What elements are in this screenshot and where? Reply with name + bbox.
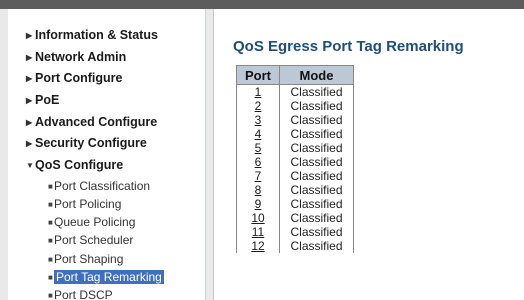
table-row: 2 Classified <box>236 99 354 113</box>
submenu-item-queue-policing[interactable]: ■Queue Policing <box>48 215 135 229</box>
mode-cell: Classified <box>279 183 354 197</box>
table-row: 6 Classified <box>236 155 354 169</box>
column-header-port: Port <box>236 65 280 85</box>
triangle-right-icon: ▶ <box>26 96 33 105</box>
mode-cell: Classified <box>279 239 354 253</box>
table-row: 8 Classified <box>236 183 354 197</box>
menu-item-label: Port Configure <box>35 71 123 85</box>
triangle-right-icon: ▶ <box>26 31 33 40</box>
table-row: 11 Classified <box>236 225 354 239</box>
submenu-item-label: Port DSCP <box>54 288 113 300</box>
menu-item-label: Security Configure <box>35 136 147 150</box>
mode-cell: Classified <box>279 211 354 225</box>
mode-cell: Classified <box>279 225 354 239</box>
submenu-item-port-shaping[interactable]: ■Port Shaping <box>48 252 123 266</box>
port-link[interactable]: 4 <box>255 127 262 141</box>
table-row: 7 Classified <box>236 169 354 183</box>
menu-item-label: Network Admin <box>35 50 127 64</box>
table-row: 9 Classified <box>236 197 354 211</box>
port-link[interactable]: 12 <box>251 239 264 253</box>
port-link[interactable]: 9 <box>255 197 262 211</box>
mode-cell: Classified <box>279 197 354 211</box>
triangle-down-icon: ▼ <box>26 161 34 170</box>
table-row: 12 Classified <box>236 239 354 253</box>
triangle-right-icon: ▶ <box>26 118 33 127</box>
page-title: QoS Egress Port Tag Remarking <box>233 38 464 55</box>
port-link[interactable]: 3 <box>255 113 262 127</box>
port-link[interactable]: 8 <box>255 183 262 197</box>
mode-cell: Classified <box>279 99 354 113</box>
port-link[interactable]: 5 <box>255 141 262 155</box>
mode-cell: Classified <box>279 155 354 169</box>
menu-item-advanced-configure[interactable]: ▶ Advanced Configure <box>26 115 157 129</box>
sidebar-panel: ▶ Information & Status ▶ Network Admin ▶ Po… <box>8 9 206 300</box>
port-link[interactable]: 2 <box>255 99 262 113</box>
column-header-mode: Mode <box>279 65 354 85</box>
submenu-item-port-scheduler[interactable]: ■Port Scheduler <box>48 233 133 247</box>
submenu-item-label: Queue Policing <box>54 215 136 229</box>
table-row: 5 Classified <box>236 141 354 155</box>
menu-item-network-admin[interactable]: ▶ Network Admin <box>26 50 126 64</box>
triangle-right-icon: ▶ <box>26 53 33 62</box>
submenu-item-label: Port Shaping <box>54 252 124 266</box>
menu-item-port-configure[interactable]: ▶ Port Configure <box>26 71 123 85</box>
table-row: 10 Classified <box>236 211 354 225</box>
menu-item-label: Information & Status <box>35 28 158 42</box>
menu-item-label: QoS Configure <box>35 158 124 172</box>
menu-item-qos-configure[interactable]: ▼QoS Configure <box>26 158 123 172</box>
submenu-item-port-classification[interactable]: ■Port Classification <box>48 179 150 193</box>
table-header-row: Port Mode <box>236 65 354 85</box>
port-link[interactable]: 10 <box>251 211 264 225</box>
submenu-item-label: Port Scheduler <box>54 233 134 247</box>
menu-item-label: Advanced Configure <box>35 115 158 129</box>
menu-item-information-status[interactable]: ▶ Information & Status <box>26 28 158 42</box>
submenu-item-label: Port Classification <box>54 179 151 193</box>
table-row: 1 Classified <box>236 84 354 99</box>
mode-cell: Classified <box>279 127 354 141</box>
submenu-item-port-policing[interactable]: ■Port Policing <box>48 197 121 211</box>
top-bar <box>0 0 524 9</box>
submenu-item-port-dscp[interactable]: ■Port DSCP <box>48 288 113 300</box>
mode-cell: Classified <box>279 169 354 183</box>
mode-cell: Classified <box>279 113 354 127</box>
menu-item-security-configure[interactable]: ▶ Security Configure <box>26 136 147 150</box>
port-link[interactable]: 1 <box>255 85 262 99</box>
port-link[interactable]: 11 <box>252 225 264 239</box>
menu-item-poe[interactable]: ▶ PoE <box>26 93 59 107</box>
mode-cell: Classified <box>279 141 354 155</box>
submenu-item-port-tag-remarking[interactable]: ■ Port Tag Remarking <box>48 270 164 284</box>
submenu-item-label: Port Tag Remarking <box>54 270 164 284</box>
sidebar: ▶ Information & Status ▶ Network Admin ▶ Po… <box>0 9 214 300</box>
table-row: 4 Classified <box>236 127 354 141</box>
port-link[interactable]: 7 <box>255 169 262 183</box>
menu-item-label: PoE <box>35 93 60 107</box>
mode-cell: Classified <box>279 84 354 99</box>
port-link[interactable]: 6 <box>255 155 262 169</box>
submenu-item-label: Port Policing <box>54 197 122 211</box>
triangle-right-icon: ▶ <box>26 139 33 148</box>
port-tag-remarking-table: Port Mode 1 Classified 2 Classified 3 Class… <box>236 65 354 253</box>
triangle-right-icon: ▶ <box>26 74 33 83</box>
table-row: 3 Classified <box>236 113 354 127</box>
